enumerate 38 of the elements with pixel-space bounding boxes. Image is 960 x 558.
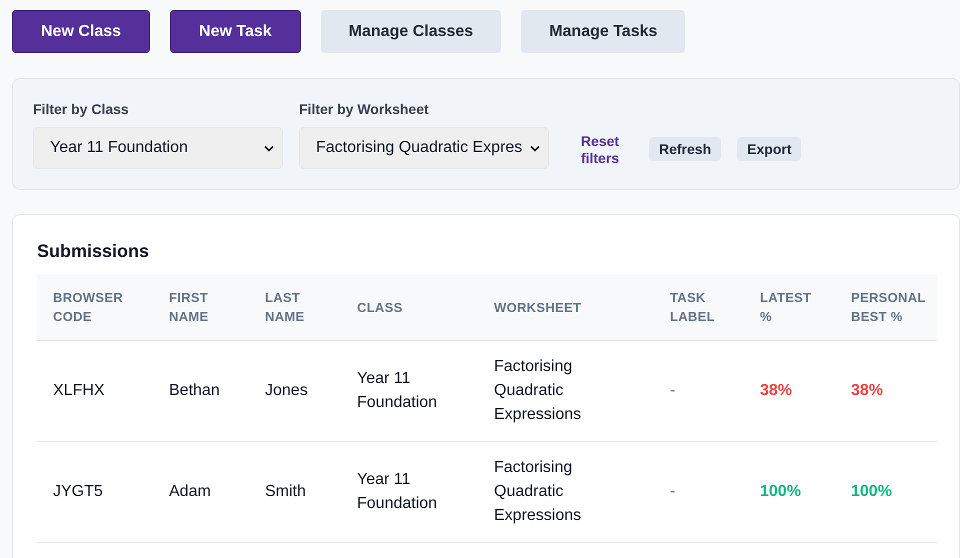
table-cell: Bethan xyxy=(153,340,249,442)
column-header: LATEST % xyxy=(744,274,835,340)
filter-label: Filter by Class xyxy=(33,101,130,117)
chevron-down-icon xyxy=(264,144,274,152)
toolbar-button[interactable]: Refresh xyxy=(649,137,722,161)
worksheet-select[interactable]: Factorising Quadratic Expres xyxy=(299,127,549,169)
manage-button[interactable]: Manage Classes xyxy=(320,10,502,53)
chevron-down-icon xyxy=(530,144,540,152)
column-header: TASK LABEL xyxy=(654,274,744,340)
score-cell: 38% xyxy=(835,340,937,442)
table-cell: Factorising Quadratic Expressions xyxy=(478,340,654,442)
manage-button[interactable]: Manage Tasks xyxy=(521,10,686,53)
score-cell: 100% xyxy=(744,442,835,542)
column-header: WORKSHEET xyxy=(478,274,654,340)
table-cell: Jones xyxy=(249,340,341,442)
class-select[interactable]: Year 11 Foundation xyxy=(33,127,283,169)
section-title: Submissions xyxy=(37,241,150,262)
reset-filters-link[interactable]: Reset filters xyxy=(575,133,625,167)
filter-label: Filter by Worksheet xyxy=(299,101,430,117)
toolbar-button[interactable]: Export xyxy=(737,137,802,161)
table-cell: Year 11 Foundation xyxy=(341,442,478,542)
table-cell: Adam xyxy=(153,442,249,542)
table-cell: - xyxy=(654,340,744,442)
column-header: CLASS xyxy=(341,274,478,340)
table-cell: - xyxy=(654,442,744,542)
column-header: FIRST NAME xyxy=(153,274,249,340)
score-cell: 38% xyxy=(744,340,835,442)
table-cell: Smith xyxy=(249,442,341,542)
table-cell: XLFHX xyxy=(37,340,153,442)
table-cell: JYGT5 xyxy=(37,442,153,542)
column-header: BROWSER CODE xyxy=(37,274,153,340)
column-header: LAST NAME xyxy=(249,274,341,340)
score-cell: 100% xyxy=(835,442,937,542)
table-cell: Year 11 Foundation xyxy=(341,340,478,442)
create-button[interactable]: New Task xyxy=(170,10,301,53)
table-cell: Factorising Quadratic Expressions xyxy=(478,442,654,542)
column-header: PERSONAL BEST % xyxy=(835,274,937,340)
create-button[interactable]: New Class xyxy=(12,10,150,53)
